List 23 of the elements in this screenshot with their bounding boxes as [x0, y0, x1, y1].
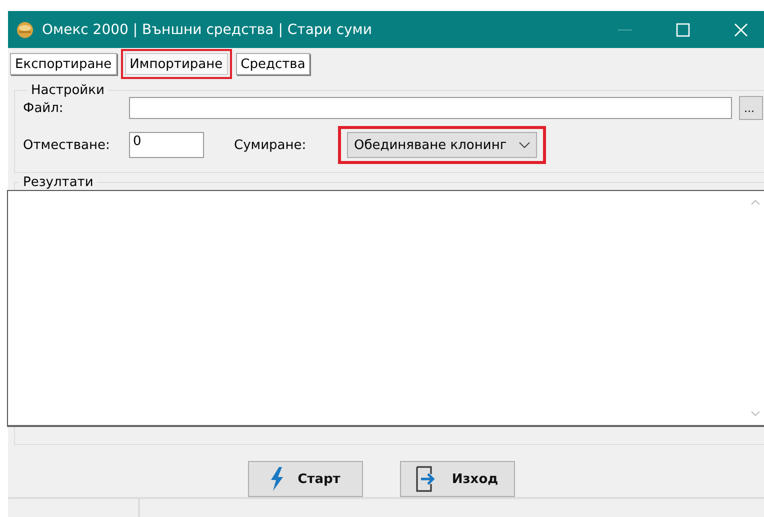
scroll-up-icon[interactable] — [750, 199, 760, 205]
window-title: Омекс 2000 | Външни средства | Стари суми — [42, 22, 373, 38]
scroll-down-icon[interactable] — [750, 411, 760, 417]
close-icon[interactable] — [734, 22, 748, 36]
coins-icon — [16, 20, 34, 38]
tab[interactable]: Средства — [236, 53, 310, 75]
field-label: Отместване: — [23, 138, 111, 152]
offset-field[interactable]: 0 — [129, 132, 204, 158]
tab[interactable]: Експортиране — [10, 53, 117, 75]
field-label: Сумиране: — [234, 138, 308, 152]
group-title: Настройки — [30, 83, 106, 98]
tab[interactable]: Импортиране — [124, 53, 228, 75]
group-title: Резултати — [22, 175, 94, 190]
chevron-down-icon — [519, 142, 530, 148]
start-button[interactable]: Старт — [248, 461, 362, 497]
file-field[interactable] — [129, 97, 732, 119]
browse-button[interactable]: ... — [739, 96, 763, 120]
maximize-icon[interactable] — [676, 22, 690, 36]
field-label: Файл: — [23, 100, 64, 116]
exit-button[interactable]: Изход — [400, 461, 514, 497]
summing-dropdown[interactable]: Обединяване клонинг — [347, 132, 537, 158]
results-area[interactable] — [7, 190, 764, 427]
lightning-icon — [270, 467, 284, 491]
